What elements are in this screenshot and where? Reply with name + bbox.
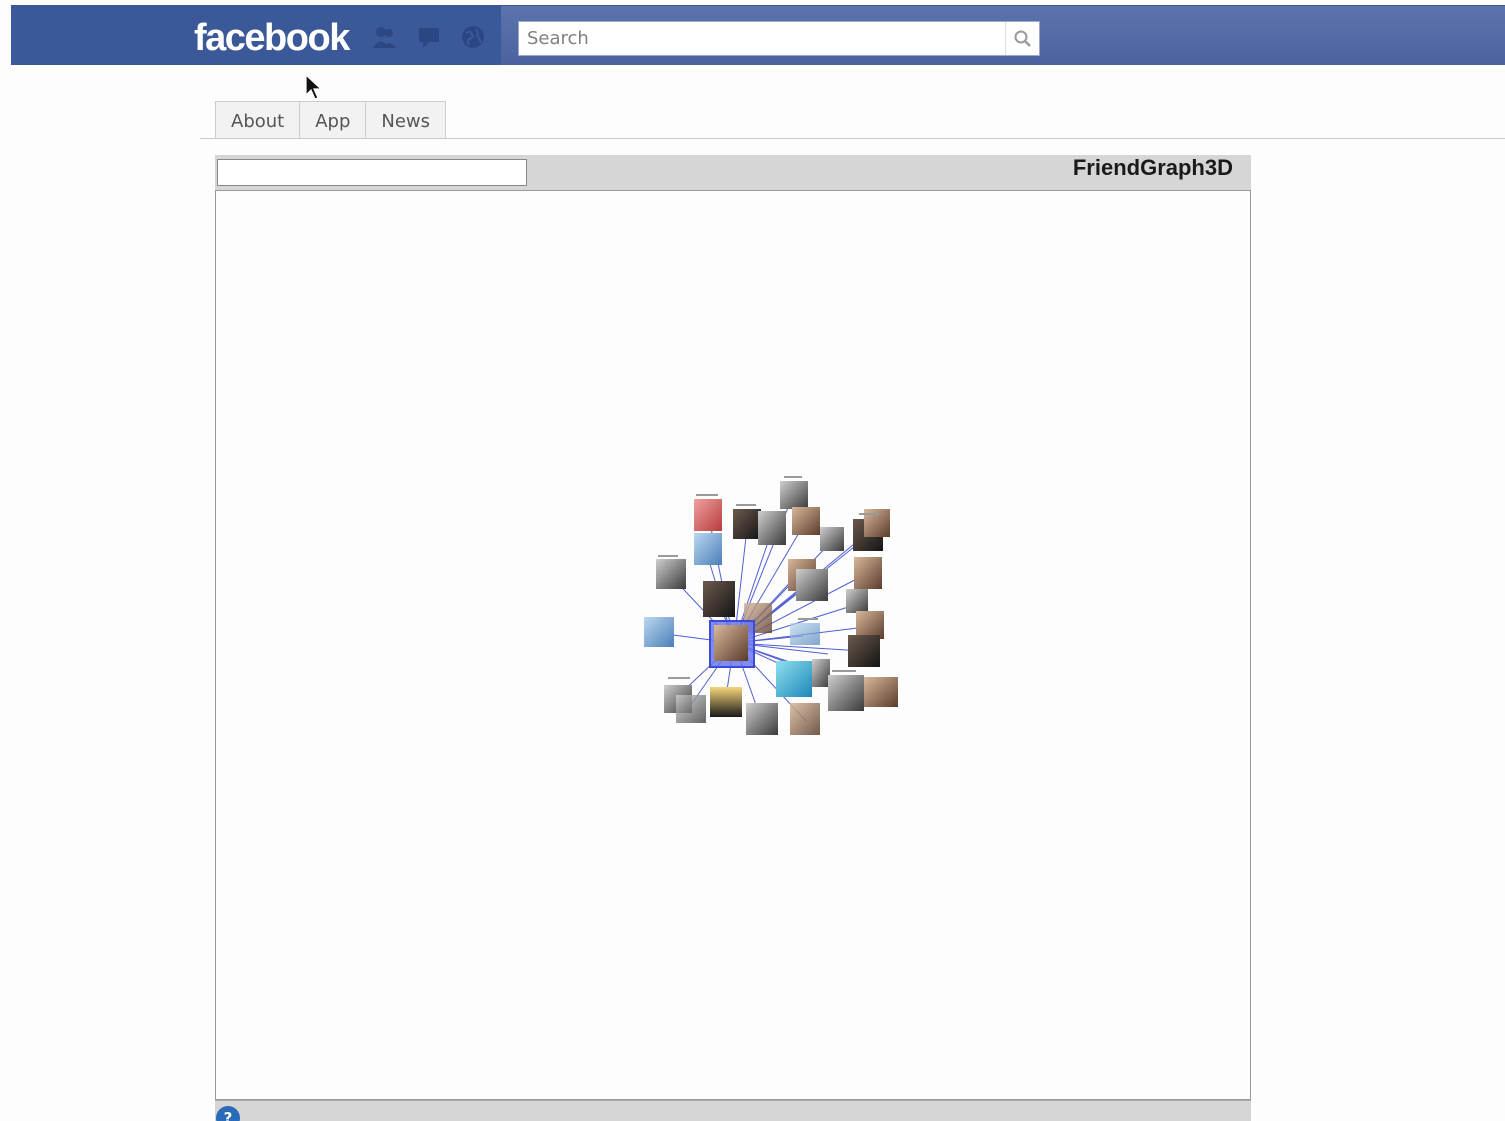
friend-node[interactable] [758,511,786,545]
center-profile-node[interactable] [709,620,755,668]
friend-node[interactable] [846,589,868,613]
friend-node[interactable] [864,677,898,707]
friend-graph-canvas[interactable] [215,190,1251,1100]
node-captions [658,476,879,679]
friend-requests-icon[interactable] [371,24,397,50]
app-footer-bar: ? [215,1100,1251,1121]
friend-node[interactable] [676,695,706,723]
friend-node[interactable] [796,569,828,601]
tab-news[interactable]: News [365,101,447,138]
friend-node[interactable] [710,687,742,717]
search-icon [1014,30,1031,47]
notifications-icon[interactable] [460,24,486,50]
friend-node[interactable] [776,661,812,697]
facebook-logo[interactable]: facebook [194,16,350,60]
mouse-cursor-icon [305,74,323,100]
tab-about[interactable]: About [215,101,301,138]
friend-node[interactable] [812,659,830,687]
search-input[interactable] [519,22,1005,55]
top-navigation-bar: facebook [11,5,1505,65]
help-button[interactable]: ? [216,1106,240,1121]
friend-node[interactable] [644,617,674,647]
friend-search-field[interactable] [217,159,527,186]
friend-node[interactable] [854,557,882,589]
friend-node[interactable] [733,509,761,539]
friend-node[interactable] [656,559,686,589]
profile-tabs: About App News [215,101,447,139]
friend-graph[interactable] [216,191,1250,1099]
friend-node[interactable] [848,635,880,667]
friend-node[interactable] [703,581,735,617]
page: facebook Search About App News FriendGra… [0,0,1505,1121]
friend-node[interactable] [820,527,844,551]
app-header-bar: FriendGraph3D [215,155,1251,190]
friend-node[interactable] [694,533,722,565]
messages-icon[interactable] [416,24,442,50]
search-button[interactable] [1005,22,1039,55]
friend-node[interactable] [856,611,884,639]
friend-node[interactable] [828,675,864,711]
friend-node[interactable] [694,499,722,531]
friend-node[interactable] [790,703,820,735]
tab-app[interactable]: App [299,101,367,138]
friend-nodes [644,481,898,735]
friend-node[interactable] [790,623,820,645]
friend-node[interactable] [746,703,778,735]
app-title: FriendGraph3D [1072,155,1233,180]
friend-node[interactable] [792,507,820,535]
search-box [518,21,1040,56]
friend-node[interactable] [780,481,808,509]
